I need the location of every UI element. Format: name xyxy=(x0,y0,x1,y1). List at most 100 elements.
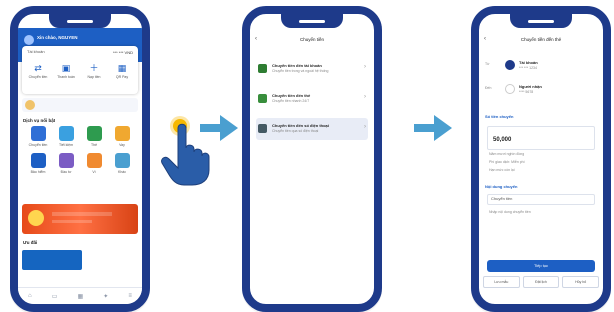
top-bar: ‹ Chuyển tiền đến thẻ xyxy=(479,36,603,46)
banner-graphic xyxy=(28,210,44,226)
service-icon xyxy=(114,126,130,141)
bank-logo-icon xyxy=(505,60,515,70)
account-card[interactable]: Tài khoản *** *** VND ⇄ Chuyển tiền ▣ Th… xyxy=(22,46,138,94)
bottom-nav: ⌂ ▭ ▦ ✦ ≡ xyxy=(18,287,142,304)
service-item[interactable]: Chuyển tiền xyxy=(24,126,52,147)
option-subtitle: Chuyển tiền qua số điện thoại xyxy=(272,129,319,133)
account-label: Tài khoản xyxy=(27,50,45,54)
avatar[interactable] xyxy=(24,35,34,45)
quick-action-topup[interactable]: ＋ Nạp tiền xyxy=(82,63,106,80)
content-section-title: Nội dung chuyển xyxy=(485,184,518,189)
quick-action-label: QR Pay xyxy=(115,75,129,79)
banner-subtext xyxy=(52,220,92,223)
wallet-icon[interactable]: ▭ xyxy=(52,293,58,300)
from-sub: *** *** 1234 xyxy=(519,66,537,70)
payment-icon: ▣ xyxy=(61,63,71,73)
to-name: Người nhận xyxy=(519,84,542,89)
to-sub: **** 5678 xyxy=(519,90,534,94)
qr-icon[interactable]: ▦ xyxy=(78,293,84,300)
promo-banner[interactable] xyxy=(22,204,138,234)
promo-thumbnail[interactable] xyxy=(22,250,82,270)
service-icon xyxy=(30,126,46,141)
topup-icon: ＋ xyxy=(89,63,99,73)
service-label: Thẻ xyxy=(90,143,98,147)
continue-button[interactable]: Tiếp tục xyxy=(487,260,595,272)
service-icon xyxy=(58,153,74,168)
arrow-right-icon xyxy=(200,115,238,141)
content-hint: Nhập nội dung chuyển tiền xyxy=(489,210,531,214)
option-title: Chuyển tiền đến số điện thoại xyxy=(272,123,329,128)
service-icon xyxy=(58,126,74,141)
option-title: Chuyển tiền đến thẻ xyxy=(272,93,311,98)
quick-action-label: Nạp tiền xyxy=(87,75,101,79)
quick-action-transfer[interactable]: ⇄ Chuyển tiền xyxy=(26,63,50,80)
phone-home-screen: Xin chào, NGUYEN Tài khoản *** *** VND ⇄… xyxy=(10,6,150,312)
account-balance: *** *** VND xyxy=(112,50,133,55)
option-subtitle: Chuyển tiền nhanh 24/7 xyxy=(272,99,310,103)
phone-transfer-form: ‹ Chuyển tiền đến thẻ Từ Tài khoản *** *… xyxy=(471,6,611,312)
content-value: Chuyển tiền xyxy=(491,196,513,201)
gift-icon[interactable]: ✦ xyxy=(103,293,108,300)
service-item[interactable]: Ví xyxy=(80,153,108,174)
qr-icon: ▦ xyxy=(117,63,127,73)
service-item[interactable]: Đầu tư xyxy=(52,153,80,174)
banner-text xyxy=(52,212,112,216)
chevron-right-icon: › xyxy=(364,94,366,100)
quick-action-qr[interactable]: ▦ QR Pay xyxy=(110,63,134,80)
card-icon xyxy=(505,84,515,94)
option-subtitle: Chuyển tiền trong và ngoài hệ thống xyxy=(272,69,329,73)
cancel-button[interactable]: Hủy bỏ xyxy=(562,276,600,288)
phone-notch xyxy=(281,14,343,28)
account-icon xyxy=(258,64,267,73)
from-account-row[interactable]: Từ Tài khoản *** *** 1234 xyxy=(483,58,599,72)
service-item[interactable]: Tiết kiệm xyxy=(52,126,80,147)
from-label: Từ xyxy=(485,62,490,66)
home-icon[interactable]: ⌂ xyxy=(28,293,32,299)
transfer-icon: ⇄ xyxy=(34,63,42,73)
promo-section-label: Ưu đãi xyxy=(23,240,38,245)
service-label: Ví xyxy=(92,170,96,174)
quick-actions: ⇄ Chuyển tiền ▣ Thanh toán ＋ Nạp tiền ▦ … xyxy=(24,63,136,80)
service-icon xyxy=(114,153,130,168)
arrow-right-icon xyxy=(414,115,452,141)
transfer-option-account[interactable]: Chuyển tiền đến tài khoản Chuyển tiền tr… xyxy=(256,58,368,80)
section-title: Dịch vụ nổi bật xyxy=(23,118,56,123)
to-account-row[interactable]: Đến Người nhận **** 5678 xyxy=(483,82,599,96)
service-label: Khác xyxy=(118,170,126,174)
transfer-option-phone[interactable]: Chuyển tiền đến số điện thoại Chuyển tiề… xyxy=(256,118,368,140)
service-icon xyxy=(86,153,102,168)
amount-in-words: Năm mươi nghìn đồng xyxy=(489,152,525,156)
page-title: Chuyển tiền xyxy=(299,37,325,42)
save-template-button[interactable]: Lưu mẫu xyxy=(483,276,520,288)
transfer-option-card[interactable]: Chuyển tiền đến thẻ Chuyển tiền nhanh 24… xyxy=(256,88,368,110)
option-title: Chuyển tiền đến tài khoản xyxy=(272,63,322,68)
quick-action-label: Chuyển tiền xyxy=(28,75,48,79)
quick-action-label: Thanh toán xyxy=(57,75,75,79)
amount-section-title: Số tiền chuyển xyxy=(485,114,514,119)
service-item[interactable]: Vay xyxy=(108,126,136,147)
phone-icon xyxy=(258,124,267,133)
to-label: Đến xyxy=(485,86,492,90)
user-greeting: Xin chào, NGUYEN xyxy=(37,35,78,40)
menu-icon[interactable]: ≡ xyxy=(128,293,132,299)
limit-info: Hạn mức còn lại xyxy=(489,168,515,172)
phone-notch xyxy=(510,14,572,28)
service-item[interactable]: Bảo hiểm xyxy=(24,153,52,174)
amount-value: 50,000 xyxy=(493,137,512,143)
service-label: Bảo hiểm xyxy=(30,170,46,174)
phone-notch xyxy=(49,14,111,28)
quick-action-payment[interactable]: ▣ Thanh toán xyxy=(54,63,78,80)
promo-strip[interactable] xyxy=(22,98,138,112)
fee-info: Phí giao dịch: Miễn phí xyxy=(489,160,525,164)
service-grid: Chuyển tiền Tiết kiệm Thẻ Vay Bảo hiểm Đầu tư… xyxy=(24,126,136,174)
service-label: Vay xyxy=(119,143,125,147)
service-icon xyxy=(86,126,102,141)
service-item[interactable]: Khác xyxy=(108,153,136,174)
service-item[interactable]: Thẻ xyxy=(80,126,108,147)
schedule-button[interactable]: Đặt lịch xyxy=(522,276,560,288)
content-field[interactable]: Chuyển tiền xyxy=(487,194,595,205)
top-bar: ‹ Chuyển tiền xyxy=(250,36,374,46)
chevron-right-icon: › xyxy=(364,64,366,70)
service-label: Chuyển tiền xyxy=(28,143,48,147)
card-icon xyxy=(258,94,267,103)
